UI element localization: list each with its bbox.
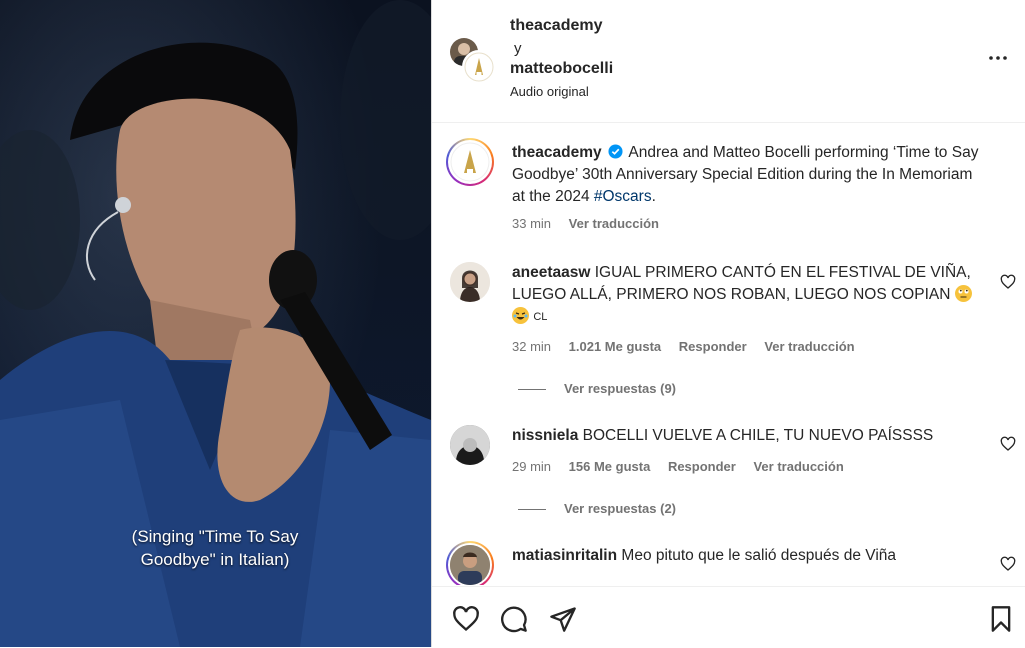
- comment-text: aneetaasw IGUAL PRIMERO CANTÓ EN EL FEST…: [512, 262, 982, 328]
- comment-line-1: IGUAL PRIMERO CANTÓ EN EL FESTIVAL DE VI…: [594, 264, 971, 281]
- caption-end: .: [651, 188, 656, 205]
- comments-panel: theacademy y matteobocelli Audio origina…: [432, 0, 1025, 647]
- comment-likes[interactable]: 1.021 Me gusta: [569, 339, 662, 354]
- rolling-eyes-emoji-icon: [954, 285, 972, 302]
- avatar-matiasinritalin: [450, 545, 490, 585]
- avatar-nissniela[interactable]: [450, 425, 490, 465]
- view-replies-button[interactable]: Ver respuestas (9): [518, 381, 676, 396]
- hashtag-link[interactable]: #Oscars: [594, 188, 652, 205]
- view-replies-label: Ver respuestas (2): [564, 501, 677, 516]
- comment-translate[interactable]: Ver traducción: [764, 339, 854, 354]
- laughing-emoji-icon: [512, 307, 529, 324]
- comment-text: matiasinritalin Meo pituto que le salió …: [512, 545, 982, 567]
- comment-username[interactable]: matiasinritalin: [512, 547, 617, 564]
- avatar-aneetaasw[interactable]: [450, 262, 490, 302]
- flag-cl-label: CL: [533, 311, 548, 323]
- comment-username[interactable]: nissniela: [512, 427, 578, 444]
- reply-button[interactable]: Responder: [668, 459, 736, 474]
- caption-meta: 33 min Ver traducción: [512, 216, 673, 231]
- caption-username[interactable]: theacademy: [512, 144, 602, 161]
- verified-icon: [608, 144, 623, 159]
- avatar-theacademy[interactable]: [462, 50, 496, 84]
- reply-button[interactable]: Responder: [679, 339, 747, 354]
- heart-icon[interactable]: [452, 605, 480, 633]
- audio-link[interactable]: Audio original: [510, 84, 589, 99]
- comment-meta: 29 min 156 Me gusta Responder Ver traduc…: [512, 459, 858, 474]
- heart-icon[interactable]: [1000, 274, 1016, 290]
- comment-translate[interactable]: Ver traducción: [753, 459, 843, 474]
- comment-time: 32 min: [512, 339, 552, 354]
- bookmark-icon[interactable]: [987, 605, 1015, 633]
- header-username-2[interactable]: matteobocelli: [510, 60, 613, 78]
- comment-text: nissniela BOCELLI VUELVE A CHILE, TU NUE…: [512, 425, 982, 447]
- comment-meta: 32 min 1.021 Me gusta Responder Ver trad…: [512, 339, 869, 354]
- caption-time: 33 min: [512, 216, 552, 231]
- heart-icon[interactable]: [1000, 556, 1016, 572]
- view-replies-label: Ver respuestas (9): [564, 381, 677, 396]
- comment-username[interactable]: aneetaasw: [512, 264, 590, 281]
- avatar-story-ring[interactable]: [446, 138, 494, 186]
- avatar-story-ring[interactable]: [446, 541, 494, 585]
- header-username-1[interactable]: theacademy: [510, 17, 603, 35]
- replies-line: [518, 509, 546, 511]
- video-player[interactable]: (Singing "Time To Say Goodbye" in Italia…: [0, 0, 431, 647]
- post-caption-text: theacademy Andrea and Matteo Bocelli per…: [512, 142, 982, 208]
- header-connector: y: [514, 40, 522, 57]
- comment-line-2: LUEGO ALLÁ, PRIMERO NOS ROBAN, LUEGO NOS…: [512, 286, 951, 303]
- comment-line-1: Meo pituto que le salió después de Viña: [621, 547, 897, 564]
- action-bar: [432, 586, 1025, 648]
- comment-likes[interactable]: 156 Me gusta: [569, 459, 651, 474]
- view-replies-button[interactable]: Ver respuestas (2): [518, 501, 676, 516]
- replies-line: [518, 389, 546, 391]
- avatar-theacademy-large: [450, 142, 490, 182]
- comment-item: matiasinritalin Meo pituto que le salió …: [432, 541, 1025, 585]
- collab-avatars[interactable]: [450, 38, 496, 84]
- comment-time: 29 min: [512, 459, 552, 474]
- caption-translate[interactable]: Ver traducción: [569, 216, 659, 231]
- share-icon[interactable]: [549, 605, 577, 633]
- heart-icon[interactable]: [1000, 436, 1016, 452]
- comment-icon[interactable]: [500, 605, 528, 633]
- video-caption: (Singing "Time To Say Goodbye" in Italia…: [131, 527, 299, 569]
- more-icon[interactable]: [986, 46, 1010, 70]
- post-header: theacademy y matteobocelli Audio origina…: [432, 0, 1025, 123]
- comment-line-1: BOCELLI VUELVE A CHILE, TU NUEVO PAÍSSSS: [582, 427, 934, 444]
